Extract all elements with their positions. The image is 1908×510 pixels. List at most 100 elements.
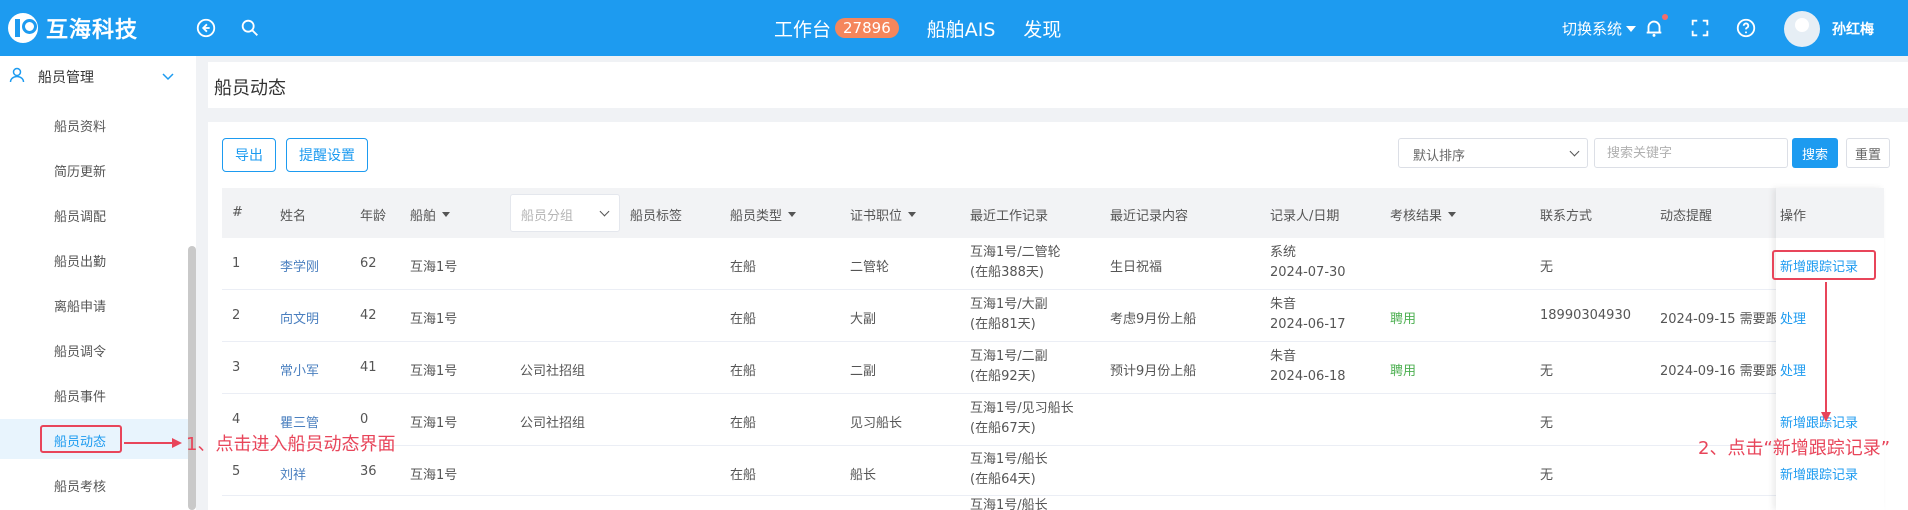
- col-ship[interactable]: 船舶: [410, 205, 451, 224]
- cell-result: 聘用: [1390, 312, 1417, 327]
- cell-index: 5: [232, 464, 241, 479]
- back-circle-icon[interactable]: [194, 16, 218, 40]
- sidebar-item-label: 船员考核: [54, 480, 107, 495]
- cell-ship: 互海1号: [410, 468, 458, 483]
- cell-cert-position: 二副: [850, 364, 877, 379]
- sidebar-item-crew-attendance[interactable]: 船员出勤: [0, 239, 190, 279]
- cell-age: 62: [360, 256, 377, 271]
- cell-contact: 18990304930: [1540, 308, 1631, 323]
- logo-icon: [8, 13, 38, 43]
- cell-work-line2: (在船388天): [970, 265, 1044, 280]
- avatar[interactable]: [1784, 11, 1820, 47]
- add-tracking-record-link[interactable]: 新增跟踪记录: [1780, 464, 1858, 483]
- sidebar-item-crew-events[interactable]: 船员事件: [0, 374, 190, 414]
- col-result-label: 考核结果: [1390, 209, 1443, 224]
- workbench-badge: 27896: [835, 18, 899, 38]
- cell-ship: 互海1号: [410, 312, 458, 327]
- sidebar-group-crew-management[interactable]: 船员管理: [0, 56, 196, 96]
- sidebar-scrollbar[interactable]: [188, 246, 196, 510]
- notification-dot: [1662, 14, 1668, 20]
- bell-icon[interactable]: [1642, 14, 1668, 40]
- sidebar-group-label: 船员管理: [38, 70, 94, 86]
- nav-discover[interactable]: 发现: [1023, 15, 1061, 42]
- handle-link[interactable]: 处理: [1780, 308, 1806, 327]
- nav-workbench-label: 工作台: [774, 18, 832, 41]
- sidebar-item-leave-request[interactable]: 离船申请: [0, 284, 190, 324]
- logo[interactable]: 互海科技: [8, 12, 138, 44]
- sidebar-item-crew-profile[interactable]: 船员资料: [0, 104, 190, 144]
- sidebar-item-label: 船员调配: [54, 210, 107, 225]
- cell-crew-type: 在船: [730, 312, 757, 327]
- top-bar: 互海科技 工作台 27896 船舶AIS 发现 切换系统 孙红梅: [0, 0, 1908, 56]
- cell-ship: 互海1号: [410, 416, 458, 431]
- user-icon: [9, 67, 25, 83]
- sidebar-item-crew-assessment[interactable]: 船员考核: [0, 464, 190, 504]
- caret-down-icon: [1448, 212, 1457, 217]
- cell-group: 公司社招组: [520, 364, 586, 379]
- cell-work-line2: (在船67天): [970, 421, 1036, 436]
- logo-text: 互海科技: [46, 18, 139, 43]
- cell-crew-type: 在船: [730, 260, 757, 275]
- cell-work-line1: 互海1号/二管轮: [970, 245, 1061, 260]
- top-nav: 工作台 27896 船舶AIS 发现: [774, 14, 1089, 42]
- nav-ship-ais-label: 船舶AIS: [926, 18, 996, 41]
- cell-name[interactable]: 李学刚: [280, 256, 319, 275]
- table-row: 3 常小军 41 互海1号 公司社招组 在船 二副 互海1号/二副 (在船92天…: [222, 342, 1779, 394]
- cell-contact: 无: [1540, 468, 1554, 483]
- nav-workbench[interactable]: 工作台 27896: [774, 15, 899, 42]
- cell-work-line2: (在船64天): [970, 472, 1036, 487]
- username[interactable]: 孙红梅: [1832, 19, 1874, 39]
- sidebar-item-label: 船员事件: [54, 390, 107, 405]
- cell-name[interactable]: 向文明: [280, 308, 319, 327]
- caret-down-icon: [442, 212, 451, 217]
- col-result[interactable]: 考核结果: [1390, 205, 1457, 224]
- cell-name[interactable]: 瞿三管: [280, 412, 319, 431]
- reset-button[interactable]: 重置: [1846, 138, 1890, 168]
- handle-link[interactable]: 处理: [1780, 360, 1806, 379]
- nav-ship-ais[interactable]: 船舶AIS: [927, 15, 996, 42]
- cell-content: 生日祝福: [1110, 260, 1163, 275]
- cell-name[interactable]: 常小军: [280, 360, 319, 379]
- sidebar-item-resume-update[interactable]: 简历更新: [0, 149, 190, 189]
- help-icon[interactable]: [1734, 16, 1758, 40]
- col-name: 姓名: [280, 209, 307, 224]
- cell-cert-position: 船长: [850, 468, 877, 483]
- actions-column: 操作 新增跟踪记录 处理 处理 新增跟踪记录 新增跟踪记录: [1776, 188, 1884, 510]
- col-crew-type[interactable]: 船员类型: [730, 205, 797, 224]
- sidebar-item-crew-orders[interactable]: 船员调令: [0, 329, 190, 369]
- search-input[interactable]: [1594, 138, 1788, 168]
- export-button[interactable]: 导出: [222, 138, 276, 172]
- col-recorder-date: 记录人/日期: [1270, 209, 1340, 224]
- search-button[interactable]: 搜索: [1792, 138, 1838, 168]
- col-tag: 船员标签: [630, 209, 683, 224]
- sort-select[interactable]: 默认排序: [1398, 138, 1588, 168]
- fullscreen-icon[interactable]: [1688, 16, 1712, 40]
- col-cert-position[interactable]: 证书职位: [850, 205, 917, 224]
- cell-work-line1: 互海1号/二副: [970, 349, 1048, 364]
- col-cert-position-label: 证书职位: [850, 209, 903, 224]
- caret-down-icon: [908, 212, 917, 217]
- reminder-settings-button[interactable]: 提醒设置: [286, 138, 368, 172]
- cell-content: 预计9月份上船: [1110, 364, 1197, 379]
- col-contact: 联系方式: [1540, 209, 1593, 224]
- sidebar-item-label: 离船申请: [54, 300, 107, 315]
- col-recent-work: 最近工作记录: [970, 209, 1049, 224]
- cell-recorder: 朱音: [1270, 349, 1297, 364]
- chevron-down-icon: [1569, 146, 1580, 157]
- cell-name[interactable]: 刘祥: [280, 464, 306, 483]
- cell-reminder: 2024-09-16 需要跟: [1660, 364, 1779, 379]
- caret-down-icon: [788, 212, 797, 217]
- cell-work-line1: 互海1号/大副: [970, 297, 1048, 312]
- add-tracking-record-link[interactable]: 新增跟踪记录: [1780, 412, 1858, 431]
- col-actions: 操作: [1780, 209, 1807, 224]
- switch-system-dropdown[interactable]: 切换系统: [1562, 18, 1637, 39]
- col-reminder: 动态提醒: [1660, 209, 1713, 224]
- cell-work-line1: 互海1号/见习船长: [970, 401, 1074, 416]
- sidebar-item-crew-allocation[interactable]: 船员调配: [0, 194, 190, 234]
- col-index: #: [232, 205, 243, 220]
- crew-group-select[interactable]: 船员分组: [510, 194, 620, 232]
- cell-recorder: 朱音: [1270, 297, 1297, 312]
- page-title: 船员动态: [214, 78, 286, 99]
- search-icon[interactable]: [238, 16, 262, 40]
- table-row: 4 瞿三管 0 互海1号 公司社招组 在船 见习船长 互海1号/见习船长 (在船…: [222, 394, 1776, 446]
